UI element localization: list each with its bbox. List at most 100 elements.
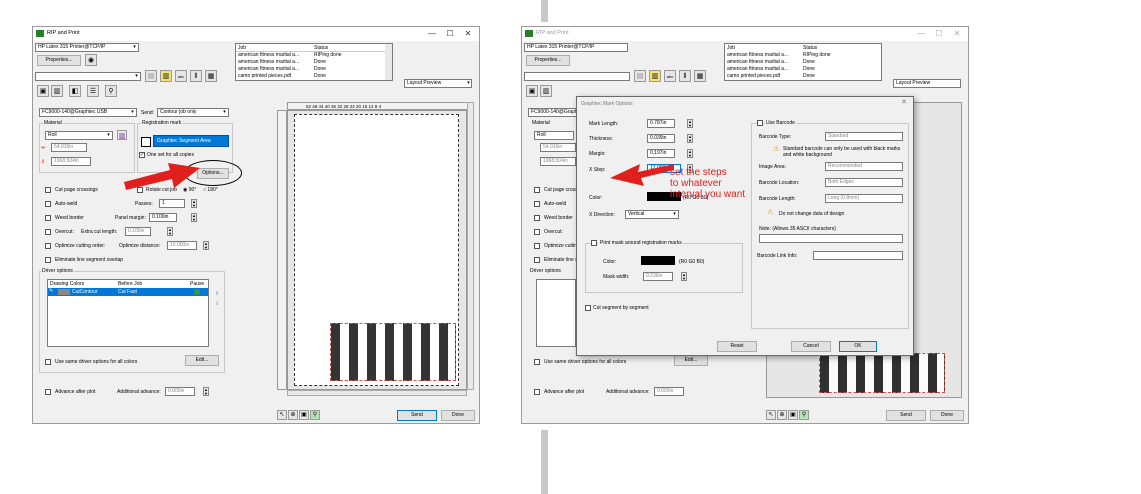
preview-scrollbar[interactable] [467, 102, 474, 390]
barcode-length-select[interactable]: Long (0.8mm) [825, 194, 903, 203]
split-icon[interactable]: ⫴ [679, 70, 691, 82]
job-row[interactable]: camo printed pieces.pdf [238, 73, 291, 79]
cutter-select[interactable]: FC9000-140@Graphtec USB [39, 108, 137, 117]
printer-select[interactable]: HP Latex 315 Printer@TCP/IP [524, 43, 628, 52]
passes-stepper[interactable]: ▲ ▼ [191, 199, 197, 208]
properties-button[interactable]: Properties... [37, 55, 81, 66]
passes-field[interactable]: 1 [159, 199, 185, 208]
preview-mode-select[interactable]: Layout Preview [893, 79, 961, 88]
save-icon[interactable]: ▤ [145, 70, 157, 82]
image-area-select[interactable]: Recommended [825, 162, 903, 171]
cutter-select[interactable]: FC9000-140@Graphtec USB [528, 108, 578, 117]
cancel-button[interactable]: Cancel [791, 341, 831, 352]
mark-length-field[interactable]: 0.787in [647, 119, 675, 128]
mask-width-field[interactable]: 0.236in [643, 272, 673, 281]
document-tab-icon[interactable]: ▣ [37, 85, 49, 97]
thickness-stepper[interactable]: ▲ ▼ [687, 134, 693, 143]
driver-table[interactable]: Drawing Colors Before Job Pause ✎ CutCon… [47, 279, 209, 347]
note-field[interactable] [759, 234, 903, 243]
fit-icon[interactable]: ▣ [299, 410, 309, 420]
overcut-checkbox[interactable] [45, 229, 51, 235]
send-select[interactable]: Contour job only [157, 108, 229, 117]
extra-cut-field[interactable]: 0.100in [125, 227, 151, 236]
pointer-icon[interactable]: ↖ [766, 410, 776, 420]
maximize-button[interactable]: ☐ [443, 28, 457, 39]
properties-button[interactable]: Properties... [526, 55, 570, 66]
auto-weld-checkbox[interactable] [45, 201, 51, 207]
optimize-checkbox[interactable] [45, 243, 51, 249]
job-list[interactable]: Job Status american fitness martial a...… [724, 43, 882, 81]
split-icon[interactable]: ⫴ [190, 70, 202, 82]
registration-select[interactable]: Graphtec Segment Area [153, 135, 229, 147]
job-row[interactable]: american fitness martial a... [727, 66, 788, 72]
move-down-icon[interactable]: ⇩ [215, 301, 219, 307]
spellcheck-icon[interactable]: abc [175, 70, 187, 82]
done-button[interactable]: Done [930, 410, 964, 421]
same-driver-checkbox[interactable] [534, 359, 540, 365]
use-barcode-checkbox[interactable] [757, 120, 763, 126]
additional-advance-stepper[interactable]: ▲ ▼ [203, 387, 209, 396]
dialog-close-icon[interactable]: ✕ [901, 99, 907, 106]
additional-advance-field[interactable]: 0.000in [165, 387, 195, 396]
chevron-down-icon[interactable]: ▾ [465, 80, 472, 87]
one-set-checkbox[interactable]: ✓ [139, 152, 145, 158]
job-list-scrollbar[interactable] [385, 44, 392, 80]
edit-button[interactable]: Edit... [674, 355, 708, 366]
job-row[interactable]: american fitness martial a... [238, 52, 299, 58]
preview-mode-select[interactable]: Layout Preview [404, 79, 472, 88]
additional-advance-field[interactable]: 0.000in [654, 387, 684, 396]
minimize-button[interactable]: — [425, 28, 439, 39]
barcode-type-select[interactable]: Standard [825, 132, 903, 141]
cut-crossings-checkbox[interactable] [45, 187, 51, 193]
material-select[interactable]: Roll [534, 131, 574, 140]
color-tab-icon[interactable]: ◧ [69, 85, 81, 97]
cut-crossings-checkbox[interactable] [534, 187, 540, 193]
zoom-in-icon[interactable]: ⊕ [288, 410, 298, 420]
driver-table[interactable] [536, 279, 576, 347]
barcode-location-select[interactable]: Both Edges [825, 178, 903, 187]
fit-icon[interactable]: ▣ [788, 410, 798, 420]
print-icon[interactable]: ▥ [160, 70, 172, 82]
barcode-link-field[interactable] [813, 251, 903, 260]
send-button[interactable]: Send [397, 410, 437, 421]
length-field[interactable]: 1968.504in [540, 157, 576, 166]
weed-checkbox[interactable] [534, 215, 540, 221]
eliminate-checkbox[interactable] [45, 257, 51, 263]
layout-tab-icon[interactable]: ▥ [51, 85, 63, 97]
tile-icon[interactable]: ▦ [205, 70, 217, 82]
eliminate-checkbox[interactable] [534, 257, 540, 263]
pointer-icon[interactable]: ↖ [277, 410, 287, 420]
close-button[interactable]: ✕ [461, 28, 475, 39]
chevron-down-icon[interactable]: ▾ [221, 109, 228, 116]
chevron-down-icon[interactable]: ▾ [129, 109, 136, 116]
rotate-180-radio[interactable]: ○ 180° [203, 187, 218, 193]
list-tab-icon[interactable]: ☰ [87, 85, 99, 97]
optimize-distance-stepper[interactable]: ▲ ▼ [203, 241, 209, 250]
driver-row[interactable]: ✎ CutContour Cut Fast [48, 288, 208, 296]
mask-width-stepper[interactable]: ▲ ▼ [681, 272, 687, 281]
chevron-down-icon[interactable]: ▾ [671, 211, 678, 218]
zoom-in-icon[interactable]: ⊕ [777, 410, 787, 420]
job-row[interactable]: american fitness martial a... [727, 52, 788, 58]
spellcheck-icon[interactable]: abc [664, 70, 676, 82]
auto-weld-checkbox[interactable] [534, 201, 540, 207]
extra-cut-stepper[interactable]: ▲ ▼ [167, 227, 173, 236]
globe-icon[interactable]: ◉ [85, 54, 97, 66]
ok-button[interactable]: OK [839, 341, 877, 352]
margin-stepper[interactable]: ▲ ▼ [687, 149, 693, 158]
move-up-icon[interactable]: ⇧ [215, 291, 219, 297]
queue-select[interactable] [524, 72, 630, 81]
job-row[interactable]: american fitness martial a... [238, 66, 299, 72]
tile-icon[interactable]: ▦ [694, 70, 706, 82]
panel-margin-field[interactable]: 0.100in [149, 213, 177, 222]
optimize-distance-field[interactable]: 10.000in [167, 241, 197, 250]
print-icon[interactable]: ▥ [649, 70, 661, 82]
edit-button[interactable]: Edit... [185, 355, 219, 366]
thickness-field[interactable]: 0.039in [647, 134, 675, 143]
cut-segment-checkbox[interactable] [585, 305, 591, 311]
pause-icon[interactable] [194, 289, 200, 295]
optimize-checkbox[interactable] [534, 243, 540, 249]
save-icon[interactable]: ▤ [634, 70, 646, 82]
done-button[interactable]: Done [441, 410, 475, 421]
overcut-checkbox[interactable] [534, 229, 540, 235]
